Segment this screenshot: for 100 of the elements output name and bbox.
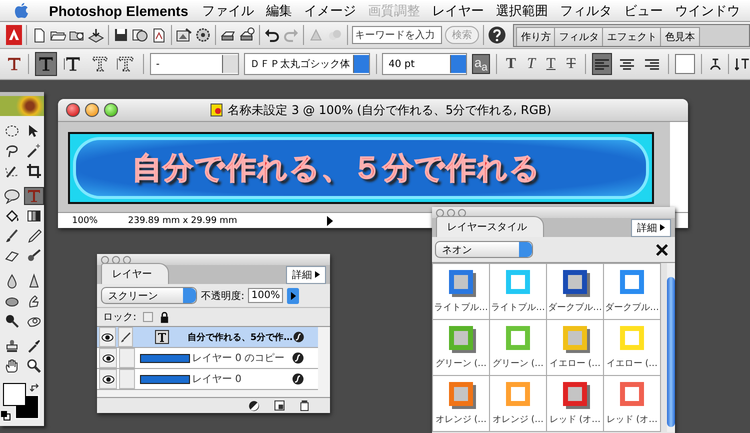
menu-item[interactable]: 選択範囲 [496,2,548,20]
palette-tab[interactable]: 色見本 [660,26,700,46]
align-left-icon [592,56,611,72]
visibility-toggle[interactable] [99,348,117,368]
style-thumbnail[interactable]: オレンジ (… [433,376,489,431]
undo-icon[interactable] [264,27,280,43]
style-label: ライトブル… [434,302,488,314]
zoom-button[interactable] [104,103,118,117]
style-thumbnail[interactable]: ダークブル… [604,264,660,319]
lock-icon[interactable] [160,312,170,322]
menu-item[interactable]: ファイル [202,2,254,20]
gear-icon[interactable] [195,27,211,43]
style-thumbnail[interactable]: ライトブル… [490,264,546,319]
antialias-button[interactable]: a$_{a}$ [472,54,490,74]
default-colors-icon[interactable] [1,411,11,421]
search-field[interactable]: キーワードを入力 [352,26,442,44]
palette-tab[interactable]: 作り方 [516,26,556,46]
style-label: ダークブル… [605,302,659,314]
style-label: オレンジ (… [492,414,544,426]
style-thumbnail[interactable]: オレンジ (… [490,376,546,431]
layer-style-icon [292,352,304,364]
blend-mode-dropdown[interactable]: スクリーン [101,287,197,304]
minimize-button[interactable] [85,103,99,117]
scrollbar-thumb[interactable] [667,277,675,427]
style-thumbnail[interactable]: レッド (オ… [604,376,660,431]
apple-logo-icon[interactable] [14,2,29,19]
app-name-menu[interactable]: Photoshop Elements [49,2,188,18]
style-thumbnail[interactable]: グリーン (… [490,320,546,375]
text-style-button[interactable]: T [543,56,559,72]
crop-icon [26,163,42,179]
text-style-button[interactable]: T [503,56,520,72]
text-style-button[interactable]: T [564,56,579,72]
lasso-icon [4,143,20,159]
layer-row[interactable]: 自分で作れる、5分で作… [97,327,318,348]
style-label: レッド (オ… [549,414,601,426]
font-family-dropdown[interactable]: ＤＦＰ太丸ゴシック体 [244,53,370,75]
visibility-toggle[interactable] [99,327,116,347]
menu-item[interactable]: イメージ [304,2,356,20]
more-button[interactable]: 詳細 [286,266,326,284]
lock-label: ロック: [103,311,136,324]
layer-row[interactable]: レイヤー 0 [97,369,318,390]
printer-icon[interactable] [239,27,255,43]
visibility-toggle[interactable] [99,369,117,389]
swap-arrows-icon[interactable] [30,383,40,393]
tray-icon[interactable] [88,27,104,43]
style-category-dropdown[interactable]: ネオン [435,241,533,258]
style-label: イエロー (… [549,358,601,370]
align-button[interactable] [592,53,612,75]
menu-item[interactable]: フィルタ [560,2,612,20]
close-icon[interactable] [655,242,669,256]
trash-icon[interactable] [299,400,310,411]
menu-item[interactable]: ウインドウ [675,2,740,20]
document-icon[interactable] [151,27,167,43]
close-button[interactable] [66,103,80,117]
adjustment-layer-icon[interactable] [248,400,260,412]
style-thumbnail[interactable]: ダークブル… [547,264,603,319]
menu-item[interactable]: ビュー [624,2,664,20]
vertical-type-icon [64,55,82,73]
palette-tab[interactable]: フィルタ [554,26,604,46]
layer-style-icon [292,373,304,385]
style-thumbnail[interactable]: イエロー (… [604,320,660,375]
brush-icon [4,228,20,244]
dodge-icon [4,313,20,329]
layer-name: 自分で作れる、5分で作… [187,332,293,344]
style-label: ダークブル… [548,302,602,314]
style-thumbnail[interactable]: レッド (オ… [547,376,603,431]
color-swatches-icon[interactable] [3,383,39,419]
layer-name: レイヤー 0 のコピー [192,352,286,365]
type-icon [90,55,109,73]
tool-button[interactable] [24,162,44,180]
more-button[interactable]: 詳細 [631,218,671,236]
menu-item[interactable]: 編集 [266,2,292,20]
picture-icon[interactable] [176,27,192,43]
eye-icon [102,374,114,384]
font-style-dropdown[interactable]: - [150,53,240,75]
panel-tab[interactable]: レイヤー [101,263,169,284]
help-icon[interactable] [488,26,506,44]
font-size-dropdown[interactable]: 40 pt [382,53,467,75]
tool-button[interactable] [2,187,22,205]
paint-bucket-icon [4,208,20,224]
clone-stamp-icon [4,338,20,354]
menu-item[interactable]: レイヤー [432,2,484,20]
magic-wand-icon [26,143,42,159]
text-color-swatch[interactable] [674,54,695,74]
palette-tab[interactable]: エフェクト [602,26,662,46]
text-mode-button[interactable] [35,52,58,76]
document-size: 239.89 mm x 29.99 mm [128,216,238,226]
new-layer-icon[interactable] [274,400,285,411]
style-label: オレンジ (… [435,414,487,426]
layer-thumbnail [140,374,190,384]
style-thumbnail[interactable]: イエロー (… [547,320,603,375]
align-center-icon [618,56,636,72]
style-thumbnail[interactable]: ライトブル… [433,264,489,319]
opacity-field[interactable]: 100% [248,288,283,303]
text-style-button[interactable]: T [524,56,538,72]
canvas-text: 自分で作れる、５分で作れる [132,150,541,188]
layer-row[interactable]: レイヤー 0 のコピー [97,348,318,369]
panel-tab[interactable]: レイヤースタイル [436,216,544,237]
style-thumbnail[interactable]: グリーン (… [433,320,489,375]
play-arrow-icon[interactable] [326,216,334,226]
